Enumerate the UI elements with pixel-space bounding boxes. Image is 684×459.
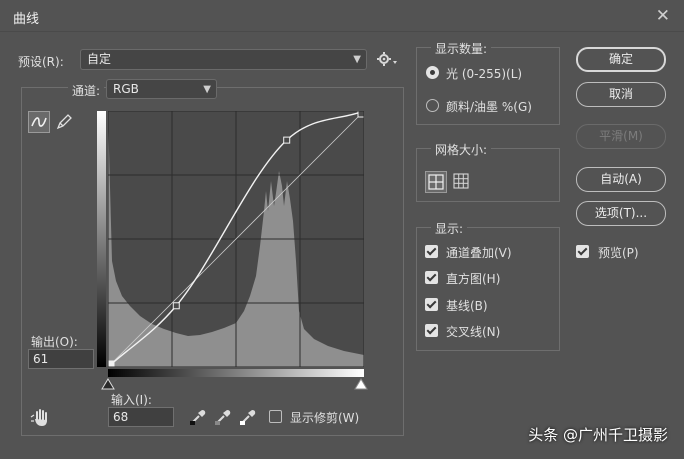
- white-eyedropper-icon[interactable]: [239, 406, 257, 426]
- channel-overlay-checkbox[interactable]: [425, 245, 438, 258]
- options-button[interactable]: 选项(T)...: [576, 201, 666, 226]
- channel-select[interactable]: RGB ▼: [106, 79, 217, 99]
- smooth-button[interactable]: 平滑(M): [576, 124, 666, 149]
- light-radio-label: 光 (0-255)(L): [446, 67, 523, 81]
- show-options-title: 显示:: [431, 220, 468, 237]
- grid-10x10-icon: [453, 173, 469, 189]
- pencil-icon: [56, 114, 72, 130]
- on-image-adjust-icon[interactable]: [30, 408, 52, 428]
- preview-label: 预览(P): [598, 246, 639, 260]
- ok-button[interactable]: 确定: [576, 47, 666, 72]
- white-point-slider[interactable]: [354, 378, 368, 390]
- light-radio[interactable]: [426, 66, 439, 79]
- curve-graph[interactable]: [108, 111, 364, 367]
- control-point[interactable]: [172, 302, 180, 310]
- output-field[interactable]: 61: [28, 349, 94, 369]
- input-gradient-bar: [108, 369, 364, 377]
- input-label: 输入(I):: [111, 393, 152, 407]
- intersection-line-label: 交叉线(N): [446, 325, 501, 339]
- intersection-line-checkbox[interactable]: [425, 324, 438, 337]
- cancel-button[interactable]: 取消: [576, 82, 666, 107]
- baseline-label: 基线(B): [446, 299, 488, 313]
- pencil-tool-button[interactable]: [54, 111, 76, 133]
- curve-wave-icon: [31, 117, 47, 127]
- simple-grid-button[interactable]: [425, 171, 447, 193]
- output-label: 输出(O):: [31, 335, 78, 349]
- watermark: 头条 @广州千卫摄影: [528, 426, 668, 444]
- input-field[interactable]: 68: [108, 407, 174, 427]
- auto-button[interactable]: 自动(A): [576, 167, 666, 192]
- histogram-label: 直方图(H): [446, 272, 501, 286]
- pigment-radio[interactable]: [426, 99, 439, 112]
- preview-checkbox[interactable]: [576, 245, 589, 258]
- show-amount-title: 显示数量:: [431, 40, 492, 57]
- baseline-checkbox[interactable]: [425, 298, 438, 311]
- preset-value: 自定: [87, 52, 112, 66]
- window-title: 曲线: [13, 12, 40, 27]
- chevron-down-icon: ▼: [203, 84, 211, 95]
- grid-4x4-icon: [428, 174, 444, 190]
- chevron-down-icon: ▼: [353, 54, 361, 65]
- output-gradient-bar: [97, 111, 106, 367]
- channel-value: RGB: [113, 82, 139, 96]
- curve-tool-button[interactable]: [28, 111, 50, 133]
- control-point[interactable]: [357, 111, 364, 118]
- gear-icon[interactable]: [376, 50, 398, 68]
- pigment-radio-label: 颜料/油墨 %(G): [446, 100, 532, 114]
- grid-size-title: 网格大小:: [431, 141, 492, 158]
- detailed-grid-button[interactable]: [451, 171, 473, 193]
- preset-label: 预设(R):: [18, 55, 64, 69]
- control-point[interactable]: [283, 136, 291, 144]
- title-bar: 曲线 ✕: [0, 0, 684, 32]
- histogram-checkbox[interactable]: [425, 271, 438, 284]
- preset-select[interactable]: 自定 ▼: [80, 49, 367, 70]
- channel-label: 通道:: [68, 82, 105, 99]
- channel-overlay-label: 通道叠加(V): [446, 246, 512, 260]
- gray-eyedropper-icon[interactable]: [214, 406, 232, 426]
- close-icon[interactable]: ✕: [656, 6, 670, 26]
- control-point-selected[interactable]: [108, 360, 115, 367]
- black-point-slider[interactable]: [101, 378, 115, 390]
- show-clipping-label: 显示修剪(W): [290, 411, 360, 425]
- show-clipping-checkbox[interactable]: [269, 410, 282, 423]
- black-eyedropper-icon[interactable]: [189, 406, 207, 426]
